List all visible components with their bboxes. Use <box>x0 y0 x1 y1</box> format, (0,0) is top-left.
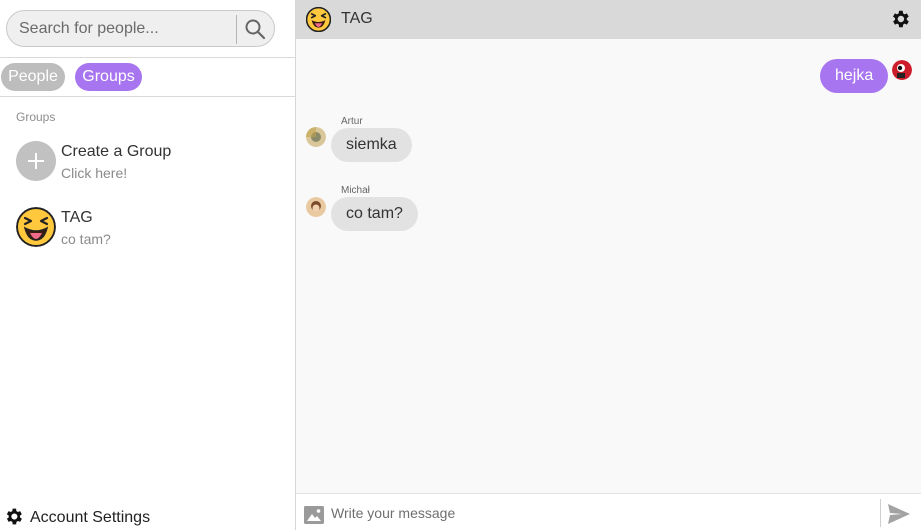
avatar <box>306 197 326 217</box>
group-item-tag[interactable]: TAG co tam? <box>0 207 295 263</box>
image-icon[interactable] <box>304 506 324 524</box>
section-label: Groups <box>16 110 56 124</box>
avatar <box>892 60 912 80</box>
search-divider <box>236 15 237 44</box>
gear-icon <box>6 508 22 525</box>
tongue-out-emoji-icon <box>306 7 331 32</box>
plus-icon <box>16 141 56 181</box>
create-group-title: Create a Group <box>61 143 172 160</box>
group-last-message: co tam? <box>61 231 111 247</box>
chat-panel: TAG hejka Artur siemka Michał co tam? <box>296 0 921 530</box>
search-input[interactable] <box>19 11 234 46</box>
send-icon[interactable] <box>887 503 911 525</box>
search-icon[interactable] <box>243 17 267 41</box>
avatar <box>306 127 326 147</box>
message-bubble-incoming: co tam? <box>331 197 418 231</box>
send-divider <box>880 499 881 527</box>
message-bubble-incoming: siemka <box>331 128 412 162</box>
search-bar <box>6 10 275 47</box>
gear-icon[interactable] <box>889 8 911 30</box>
sidebar: People Groups Groups Create a Group Clic… <box>0 0 296 530</box>
account-settings-label: Account Settings <box>30 509 151 526</box>
tongue-out-emoji-icon <box>16 207 56 247</box>
message-composer <box>296 493 921 530</box>
message-bubble-outgoing: hejka <box>820 59 889 93</box>
create-group-subtitle: Click here! <box>61 165 128 181</box>
message-sender: Artur <box>341 116 363 127</box>
chat-header: TAG <box>296 0 921 39</box>
group-name: TAG <box>61 209 93 226</box>
message-sender: Michał <box>341 185 370 196</box>
tab-people[interactable]: People <box>1 63 65 91</box>
message-input[interactable] <box>331 500 876 526</box>
divider <box>0 57 296 58</box>
tab-groups[interactable]: Groups <box>75 63 142 91</box>
chat-title: TAG <box>341 10 373 27</box>
create-group-item[interactable]: Create a Group Click here! <box>0 141 295 197</box>
divider <box>0 96 296 97</box>
